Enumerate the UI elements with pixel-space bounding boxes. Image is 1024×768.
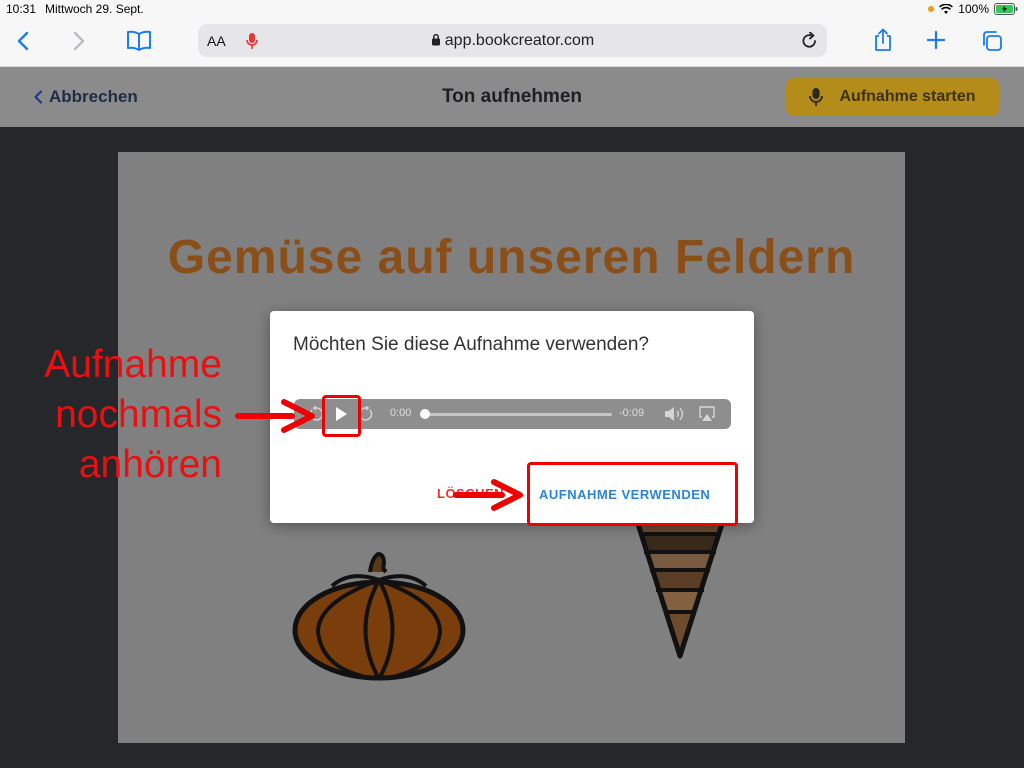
arrow-to-use-button-icon xyxy=(453,479,523,511)
bookmarks-icon[interactable] xyxy=(126,30,152,52)
elapsed-time: 0:00 xyxy=(390,407,412,419)
url-label: app.bookcreator.com xyxy=(444,32,595,49)
status-time: 10:31 xyxy=(6,2,37,16)
app-header: Abbrechen Ton aufnehmen Aufnahme starten xyxy=(0,67,1024,127)
battery-charging-icon xyxy=(994,3,1018,15)
annotation-line: anhören xyxy=(78,443,222,486)
play-button-highlight xyxy=(322,395,361,437)
scrubber-knob[interactable] xyxy=(420,409,430,419)
airplay-icon[interactable] xyxy=(698,406,716,422)
book-title: Gemüse auf unseren Feldern xyxy=(167,231,856,284)
lock-icon xyxy=(431,33,440,46)
new-tab-icon[interactable] xyxy=(927,31,945,49)
annotation-line: nochmals xyxy=(55,393,222,436)
annotation-line: Aufnahme xyxy=(44,343,222,386)
progress-track[interactable] xyxy=(420,413,612,416)
tabs-overview-icon[interactable] xyxy=(980,30,1004,52)
reload-icon[interactable] xyxy=(801,32,818,50)
url-text[interactable]: app.bookcreator.com xyxy=(198,32,827,50)
status-right: 100% xyxy=(928,2,1018,16)
volume-icon[interactable] xyxy=(664,405,686,423)
carrot-image xyxy=(635,523,725,659)
battery-percent: 100% xyxy=(958,2,989,16)
wifi-icon xyxy=(939,3,954,14)
orange-dot-icon xyxy=(928,6,935,12)
pumpkin-image xyxy=(292,552,466,681)
share-icon[interactable] xyxy=(873,28,893,52)
address-bar[interactable]: AA app.bookcreator.com xyxy=(198,24,827,57)
forward-icon[interactable] xyxy=(72,31,86,51)
status-date: Mittwoch 29. Sept. xyxy=(45,2,144,16)
remaining-time: -0:09 xyxy=(619,407,645,419)
start-recording-button[interactable]: Aufnahme starten xyxy=(786,78,999,116)
back-icon[interactable] xyxy=(16,31,30,51)
use-button-highlight xyxy=(527,462,738,526)
microphone-icon xyxy=(809,88,824,106)
browser-toolbar: AA app.bookcreator.com xyxy=(0,18,1024,67)
arrow-to-play-icon xyxy=(235,399,315,433)
dialog-question: Möchten Sie diese Aufnahme verwenden? xyxy=(293,334,649,355)
annotation-text: Aufnahme nochmals anhören xyxy=(22,340,222,490)
start-recording-label: Aufnahme starten xyxy=(839,88,976,105)
status-bar: 10:31 Mittwoch 29. Sept. 100% xyxy=(0,0,1024,18)
